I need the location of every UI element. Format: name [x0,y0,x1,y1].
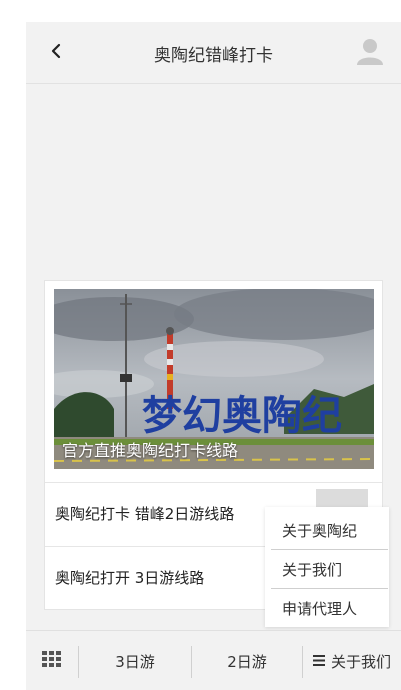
app-screen: 奥陶纪错峰打卡 梦幻奥陶纪 官方直推奥陶纪打卡线路 奥陶纪打卡 错峰2日游线路 … [26,22,401,690]
tab-about-us[interactable]: 关于我们 [303,631,401,690]
user-avatar-icon [355,39,385,70]
menu-item-about-us[interactable]: 关于我们 [271,551,388,589]
menu-icon [312,652,325,670]
banner-caption: 官方直推奥陶纪打卡线路 [62,441,239,460]
grid-icon [42,651,62,671]
bottom-tab-bar: 3日游 2日游 关于我们 [26,630,401,690]
tab-3day[interactable]: 3日游 [79,631,191,690]
route-label-2day: 奥陶纪打卡 错峰2日游线路 [55,505,235,523]
banner-image[interactable]: 梦幻奥陶纪 官方直推奥陶纪打卡线路 [54,289,374,469]
user-avatar-button[interactable] [355,36,385,66]
banner-sign: 梦幻奥陶纪 [142,393,342,439]
tab-about-label: 关于我们 [330,652,391,671]
about-dropdown-menu: 关于奥陶纪 关于我们 申请代理人 [265,507,389,627]
back-button[interactable] [44,39,68,67]
menu-item-apply-agent[interactable]: 申请代理人 [271,590,388,628]
chevron-left-icon [50,43,62,63]
tab-2day[interactable]: 2日游 [192,631,302,690]
page-title: 奥陶纪错峰打卡 [154,46,273,66]
tab-grid-menu[interactable] [26,631,78,690]
menu-item-about-aotaoji[interactable]: 关于奥陶纪 [271,512,388,550]
top-header: 奥陶纪错峰打卡 [26,22,401,84]
route-thumbnail [316,489,368,507]
route-label-3day: 奥陶纪打开 3日游线路 [55,569,205,587]
